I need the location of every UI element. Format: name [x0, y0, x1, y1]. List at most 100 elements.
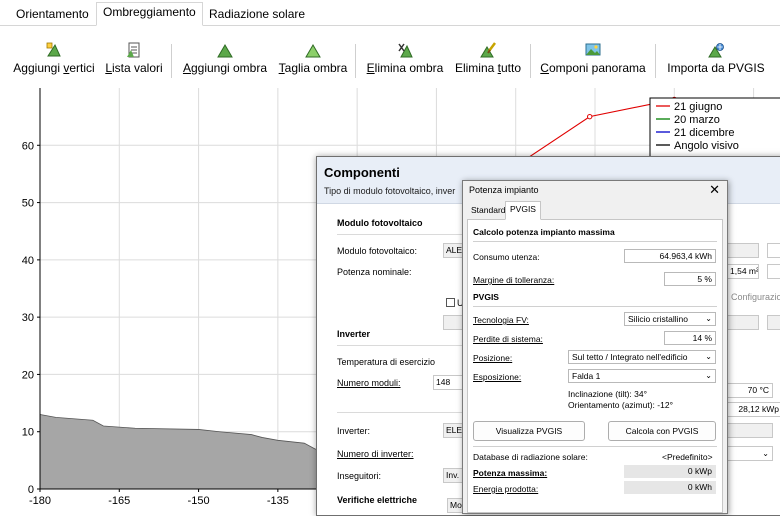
inclinazione-text: Inclinazione (tilt): 34°	[568, 389, 647, 399]
inseguitori-label: Inseguitori:	[337, 471, 382, 481]
x-tick-label: -150	[188, 495, 210, 507]
section-inverter: Inverter	[337, 329, 371, 339]
delete-all-button[interactable]: Elimina tutto	[452, 36, 524, 80]
y-tick-label: 10	[22, 427, 34, 439]
visualizza-pvgis-button[interactable]: Visualizza PVGIS	[473, 421, 585, 441]
modulo-extra-button[interactable]	[767, 243, 780, 258]
y-tick-label: 30	[22, 312, 34, 324]
tecnologia-value: Silicio cristallino	[628, 314, 688, 324]
tab-orientamento[interactable]: Orientamento	[10, 5, 95, 26]
y-tick-label: 40	[22, 255, 34, 267]
tab-radiazione-solare[interactable]: Radiazione solare	[203, 5, 311, 26]
area-extra-button[interactable]	[767, 264, 780, 279]
section-divider	[473, 306, 717, 307]
configurazione-label[interactable]: Configurazio	[731, 292, 780, 302]
close-icon[interactable]: ✕	[709, 182, 720, 198]
posizione-select[interactable]: Sul tetto / Integrato nell'edificio ⌄	[568, 350, 716, 364]
inverter-select[interactable]: ⌄	[727, 446, 773, 461]
section-divider	[473, 446, 717, 447]
section-divider	[337, 234, 462, 235]
config-field[interactable]	[727, 315, 759, 330]
area-field[interactable]: 1,54 m²	[727, 264, 759, 279]
shading-toolbar: Aggiungi vertici Lista valori Aggiungi o…	[0, 36, 780, 86]
numero-inverter-label: Numero di inverter:	[337, 449, 414, 459]
margine-input[interactable]: 5 %	[664, 272, 716, 286]
numero-moduli-label: Numero moduli:	[337, 378, 401, 388]
list-values-label: Lista valori	[105, 61, 163, 75]
compose-panorama-icon	[585, 43, 601, 56]
x-tick-label: -180	[29, 495, 51, 507]
perdite-label: Perdite di sistema:	[473, 334, 543, 344]
dialog-title: Potenza impianto	[469, 185, 539, 195]
database-value[interactable]: <Predefinito>	[662, 452, 713, 462]
y-tick-label: 60	[22, 140, 34, 152]
toolbar-separator	[355, 44, 356, 78]
temperatura-field[interactable]: 70 °C	[727, 383, 773, 398]
componenti-title: Componenti	[324, 165, 400, 180]
consumo-label: Consumo utenza:	[473, 252, 540, 262]
list-values-icon	[127, 42, 140, 58]
tab-standard[interactable]: Standard	[467, 203, 510, 219]
perdite-input[interactable]: 14 %	[664, 331, 716, 345]
cut-shadow-icon	[305, 44, 321, 58]
pvgis-heading: PVGIS	[473, 292, 499, 302]
series-21-giugno-point	[587, 113, 593, 120]
componenti-subtitle: Tipo di modulo fotovoltaico, inver	[324, 186, 456, 196]
x-tick-label: -165	[108, 495, 130, 507]
inverter-extra-field[interactable]	[727, 423, 773, 438]
add-shadow-label: Aggiungi ombra	[182, 61, 268, 75]
modulo-extra-field[interactable]	[727, 243, 759, 258]
section-verifiche: Verifiche elettriche	[337, 495, 418, 505]
delete-shadow-button[interactable]: Elimina ombra	[363, 36, 447, 80]
chart-legend: 21 giugno20 marzo21 dicembreAngolo visiv…	[649, 97, 780, 159]
posizione-value: Sul tetto / Integrato nell'edificio	[572, 352, 688, 362]
x-tick-label: -135	[267, 495, 289, 507]
y-tick-label: 20	[22, 369, 34, 381]
chevron-down-icon: ⌄	[705, 314, 712, 323]
config-extra-button[interactable]	[767, 315, 780, 330]
margine-label: Margine di tolleranza:	[473, 275, 555, 285]
tab-ombreggiamento[interactable]: Ombreggiamento	[96, 2, 203, 26]
potenza-nominale-label: Potenza nominale:	[337, 267, 412, 277]
import-pvgis-button[interactable]: Importa da PVGIS	[662, 36, 770, 80]
potenza-impianto-dialog: Potenza impianto ✕ Standard PVGIS Calcol…	[462, 180, 728, 514]
potenza-kwp-field[interactable]: 28,12 kWp	[727, 402, 780, 417]
numero-moduli-field[interactable]: 148	[433, 375, 463, 390]
calcola-pvgis-button[interactable]: Calcola con PVGIS	[608, 421, 716, 441]
main-tab-bar: Orientamento Ombreggiamento Radiazione s…	[0, 0, 780, 26]
legend-label: 21 giugno	[674, 101, 722, 113]
chevron-down-icon: ⌄	[705, 371, 712, 380]
esposizione-label: Esposizione:	[473, 372, 522, 382]
import-pvgis-icon	[708, 43, 724, 58]
esposizione-value: Falda 1	[572, 371, 601, 381]
tab-pvgis[interactable]: PVGIS	[505, 201, 541, 220]
energia-prodotta-label: Energia prodotta:	[473, 484, 539, 494]
pvgis-panel: Calcolo potenza impianto massima Consumo…	[467, 219, 723, 513]
toolbar-separator	[655, 44, 656, 78]
tecnologia-select[interactable]: Silicio cristallino ⌄	[624, 312, 716, 326]
toolbar-separator	[530, 44, 531, 78]
section-modulo: Modulo fotovoltaico	[337, 218, 423, 228]
add-vertices-label: Aggiungi vertici	[13, 61, 95, 75]
section-divider	[473, 241, 717, 242]
add-vertices-button[interactable]: Aggiungi vertici	[10, 36, 98, 80]
list-values-button[interactable]: Lista valori	[104, 36, 164, 80]
cut-shadow-button[interactable]: Taglia ombra	[277, 36, 349, 80]
add-shadow-button[interactable]: Aggiungi ombra	[179, 36, 271, 80]
delete-all-icon	[480, 42, 496, 58]
inverter-label: Inverter:	[337, 426, 371, 436]
legend-label: Angolo visivo	[674, 140, 739, 152]
energia-prodotta-value: 0 kWh	[624, 481, 716, 494]
consumo-input[interactable]: 64.963,4 kWh	[624, 249, 716, 263]
add-vertex-icon	[46, 42, 61, 57]
y-tick-label: 50	[22, 198, 34, 210]
placeholder-field[interactable]	[443, 315, 463, 330]
use-checkbox[interactable]	[446, 298, 455, 307]
compose-panorama-button[interactable]: Componi panorama	[537, 36, 649, 80]
section-divider	[337, 412, 462, 413]
potenza-massima-value: 0 kWp	[624, 465, 716, 478]
calcolo-heading: Calcolo potenza impianto massima	[473, 227, 615, 237]
esposizione-select[interactable]: Falda 1 ⌄	[568, 369, 716, 383]
legend-label: 20 marzo	[674, 114, 720, 126]
temperatura-label: Temperatura di esercizio	[337, 357, 436, 367]
